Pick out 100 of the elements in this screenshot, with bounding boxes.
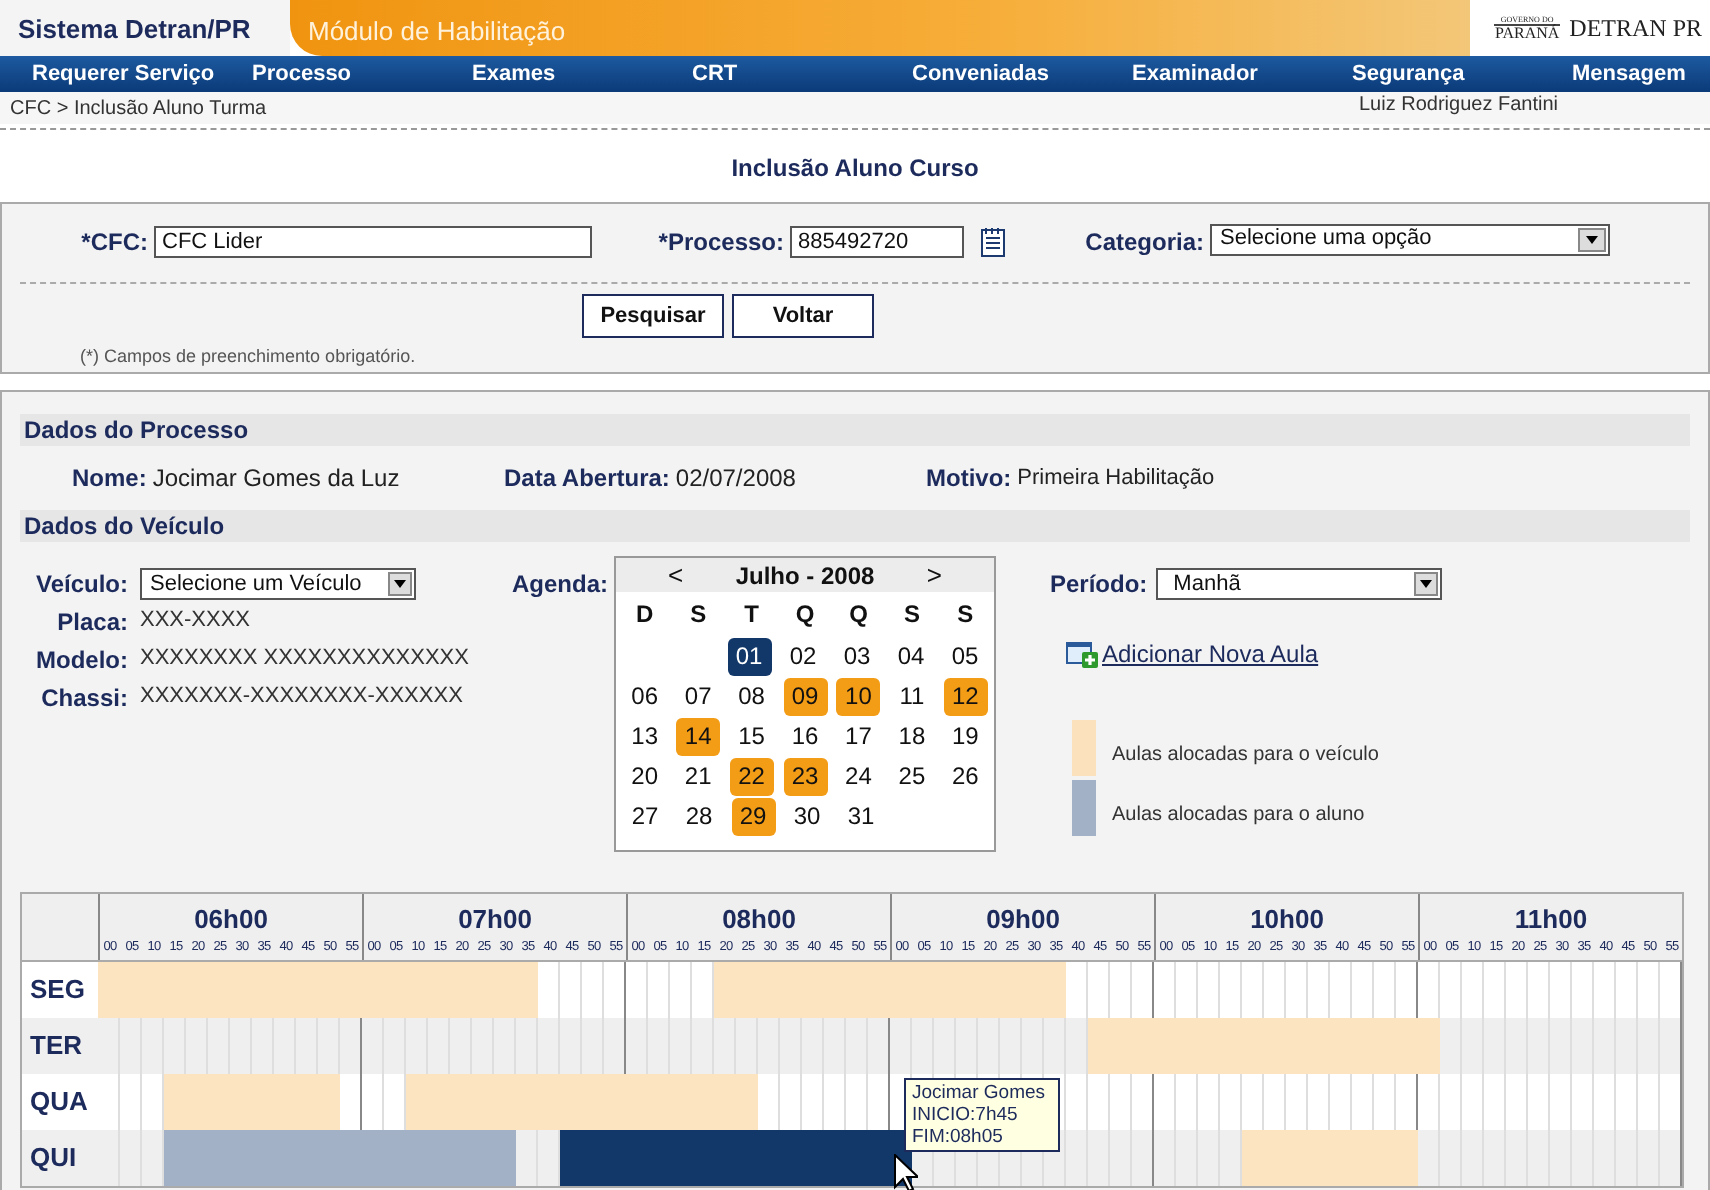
- prev-month-button[interactable]: <: [668, 555, 684, 595]
- required-note: (*) Campos de preenchimento obrigatório.: [80, 344, 418, 370]
- legend-label: Aulas alocadas para o aluno: [1112, 802, 1365, 830]
- field-value: XXXXXXX-XXXXXXXX-XXXXXX: [140, 682, 463, 713]
- calendar-day[interactable]: 07: [676, 677, 721, 715]
- calendar-day[interactable]: 10: [836, 677, 881, 715]
- calendar-day[interactable]: 31: [839, 797, 883, 835]
- day-label: TER: [28, 1028, 84, 1064]
- lesson-block[interactable]: [560, 1130, 912, 1186]
- menu-item[interactable]: Requerer Serviço: [32, 57, 252, 91]
- calendar-day[interactable]: 13: [622, 717, 667, 755]
- weekday-label: S: [688, 598, 709, 632]
- menu-item[interactable]: Examinador: [1132, 57, 1352, 91]
- form-button[interactable]: Pesquisar: [582, 294, 724, 338]
- calendar-day[interactable]: 11: [889, 677, 934, 715]
- field-label: Período:: [1050, 568, 1148, 602]
- field-label: Placa:: [55, 605, 128, 639]
- menu-item[interactable]: Conveniadas: [912, 57, 1132, 91]
- lesson-block[interactable]: [164, 1074, 340, 1130]
- tooltip-line: Jocimar Gomes: [912, 1082, 1048, 1104]
- user-name: Luiz Rodriguez Fantini: [1359, 92, 1558, 120]
- field-label: Categoria:: [1084, 226, 1204, 260]
- dropdown-icon[interactable]: [1578, 227, 1606, 251]
- vehicle-select[interactable]: Selecione um Veículo: [140, 568, 416, 600]
- calendar-day[interactable]: 05: [943, 637, 987, 675]
- calendar-day[interactable]: 21: [676, 757, 721, 795]
- breadcrumb: CFC > Inclusão Aluno Turma: [10, 95, 267, 123]
- field-value: 02/07/2008: [675, 462, 796, 496]
- calendar-day[interactable]: 23: [783, 757, 828, 795]
- calendar-day[interactable]: 29: [731, 797, 775, 835]
- calendar-day[interactable]: 22: [729, 757, 774, 795]
- calendar-day[interactable]: 19: [943, 717, 988, 755]
- calendar-day[interactable]: 27: [623, 797, 667, 835]
- menu-item[interactable]: Mensagem: [1572, 57, 1710, 91]
- calendar-day[interactable]: 17: [836, 717, 881, 755]
- field-label: Nome:: [72, 462, 147, 496]
- hour-label: 10h00: [1250, 904, 1324, 934]
- calendar-day[interactable]: 04: [889, 637, 933, 675]
- section-header: Dados do Veículo: [20, 510, 1690, 542]
- hour-label: 08h00: [722, 904, 796, 934]
- calendar-day[interactable]: 01: [727, 637, 771, 675]
- calendar-day[interactable]: 12: [943, 677, 988, 715]
- calendar-day[interactable]: 14: [676, 717, 721, 755]
- processo-input[interactable]: 885492720: [790, 226, 964, 258]
- weekday-label: Q: [847, 598, 870, 632]
- field-label: *CFC:: [79, 226, 148, 260]
- lesson-block[interactable]: [98, 962, 538, 1018]
- module-title: Módulo de Habilitação: [308, 16, 566, 46]
- field-value: XXX-XXXX: [140, 606, 251, 637]
- lesson-block[interactable]: [714, 962, 1066, 1018]
- lesson-block[interactable]: [406, 1074, 758, 1130]
- weekday-label: S: [955, 598, 976, 632]
- calendar-day[interactable]: 03: [835, 637, 879, 675]
- calendar-day[interactable]: 28: [677, 797, 721, 835]
- field-label: Chassi:: [39, 681, 128, 715]
- field-value: Primeira Habilitação: [1017, 463, 1215, 494]
- calendar-day[interactable]: 20: [622, 757, 667, 795]
- categoria-select[interactable]: Selecione uma opção: [1210, 223, 1610, 255]
- next-month-button[interactable]: >: [926, 555, 942, 595]
- weekday-label: D: [634, 598, 656, 632]
- hour-label: 09h00: [986, 904, 1060, 934]
- calendar-day[interactable]: 25: [889, 757, 934, 795]
- lesson-block[interactable]: [164, 1130, 516, 1186]
- period-select[interactable]: Manhã: [1155, 568, 1442, 600]
- form-button[interactable]: Voltar: [732, 294, 874, 338]
- field-label: Modelo:: [34, 643, 128, 677]
- add-icon[interactable]: [1066, 640, 1098, 668]
- dropdown-icon[interactable]: [1413, 572, 1438, 596]
- calendar-day[interactable]: 02: [781, 637, 825, 675]
- lesson-block[interactable]: [1088, 1018, 1440, 1074]
- tooltip-line: FIM:08h05: [912, 1126, 1005, 1148]
- calendar-day[interactable]: 08: [729, 677, 774, 715]
- calendar-day[interactable]: 06: [622, 677, 667, 715]
- menu-item[interactable]: Processo: [252, 57, 472, 91]
- calendar-day[interactable]: 09: [783, 677, 828, 715]
- calendar-title: Julho - 2008: [735, 559, 875, 593]
- calendar-day[interactable]: 30: [785, 797, 829, 835]
- hour-label: 11h00: [1514, 904, 1588, 934]
- lesson-block[interactable]: [1242, 1130, 1418, 1186]
- menu-item[interactable]: CRT: [692, 57, 912, 91]
- cfc-input[interactable]: CFC Lider: [154, 226, 592, 258]
- day-label: QUI: [28, 1140, 79, 1176]
- calendar-day[interactable]: 24: [836, 757, 881, 795]
- field-value: XXXXXXXX XXXXXXXXXXXXXX: [140, 644, 469, 675]
- calendar-day[interactable]: 15: [729, 717, 774, 755]
- menu-item[interactable]: Exames: [472, 57, 692, 91]
- weekday-label: T: [742, 598, 761, 632]
- weekday-label: S: [901, 598, 922, 632]
- add-lesson-link[interactable]: Adicionar Nova Aula: [1102, 636, 1319, 672]
- notepad-icon[interactable]: [980, 226, 1006, 258]
- menu-item[interactable]: Segurança: [1352, 57, 1572, 91]
- hour-label: 06h00: [194, 904, 268, 934]
- legend-label: Aulas alocadas para o veículo: [1112, 742, 1379, 770]
- field-value: Jocimar Gomes da Luz: [152, 462, 400, 496]
- calendar-day[interactable]: 18: [889, 717, 934, 755]
- calendar-day[interactable]: 16: [783, 717, 828, 755]
- system-title: Sistema Detran/PR: [0, 0, 290, 56]
- calendar-day[interactable]: 26: [943, 757, 988, 795]
- field-label: *Processo:: [656, 226, 784, 260]
- dropdown-icon[interactable]: [388, 572, 412, 596]
